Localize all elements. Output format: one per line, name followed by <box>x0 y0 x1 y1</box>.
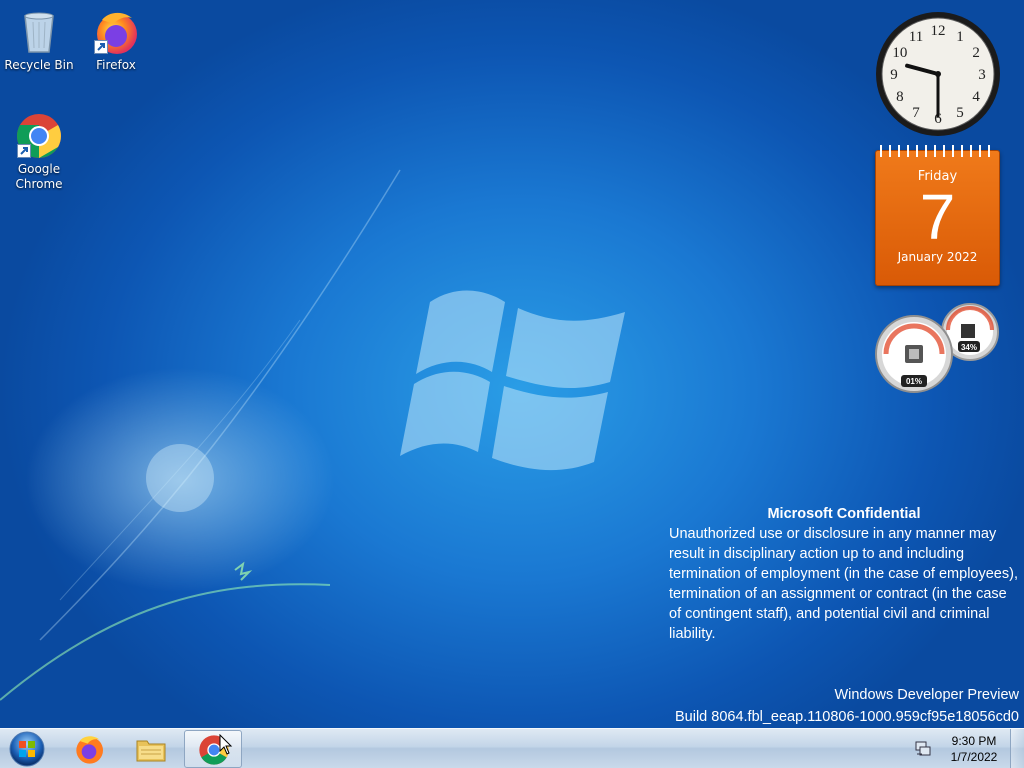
start-button[interactable] <box>4 730 50 768</box>
clock-numeral: 12 <box>931 23 946 39</box>
taskbar-chrome-button[interactable] <box>184 730 242 768</box>
chrome-icon <box>15 112 63 160</box>
clock-numeral: 3 <box>978 67 986 83</box>
clock-numeral: 9 <box>890 67 898 83</box>
clock-numeral: 10 <box>892 45 907 61</box>
taskbar-time: 9:30 PM <box>951 734 997 748</box>
windows-orb-icon <box>9 731 45 767</box>
desktop-icon-label: Recycle Bin <box>4 58 74 72</box>
clock-gadget[interactable]: 12 1234567891011 <box>874 10 1002 138</box>
firefox-icon <box>76 736 103 764</box>
clock-numeral: 2 <box>972 45 980 61</box>
desktop-icon-google-chrome[interactable]: Google Chrome <box>1 112 77 192</box>
taskbar-date: 1/7/2022 <box>950 750 998 764</box>
shortcut-arrow-icon <box>17 144 31 158</box>
calendar-rings <box>880 145 995 157</box>
desktop-icon-firefox[interactable]: Firefox <box>78 8 154 73</box>
build-edition: Windows Developer Preview <box>834 687 1019 703</box>
notice-body: Unauthorized use or disclosure in any ma… <box>669 526 1018 642</box>
taskbar-firefox-button[interactable] <box>60 730 118 768</box>
confidential-notice: Microsoft Confidential Unauthorized use … <box>669 504 1019 644</box>
recycle-bin-icon <box>15 8 63 56</box>
clock-numeral: 8 <box>896 89 904 105</box>
mouse-cursor-icon <box>219 734 233 755</box>
build-string: Build 8064.fbl_eeap.110806-1000.959cf95e… <box>674 709 1019 725</box>
desktop-icon-recycle-bin[interactable]: Recycle Bin <box>1 8 77 73</box>
desktop-icon-label: Google Chrome <box>15 162 63 191</box>
clock-numeral: 7 <box>912 105 920 121</box>
build-watermark: Windows Developer Preview Build 8064.fbl… <box>675 684 1019 728</box>
folder-icon <box>136 740 166 762</box>
network-tray-icon[interactable] <box>914 739 932 757</box>
taskbar: 9:30 PM 1/7/2022 <box>0 728 1024 768</box>
firefox-icon <box>92 8 140 56</box>
taskbar-explorer-button[interactable] <box>122 730 180 768</box>
calendar-date: 7 <box>919 181 956 253</box>
clock-numeral: 4 <box>972 89 980 105</box>
clock-numeral: 11 <box>909 29 923 45</box>
windows-logo-wallpaper <box>400 290 625 471</box>
clock-numeral: 5 <box>956 105 964 121</box>
clock-numeral: 1 <box>956 29 964 45</box>
taskbar-clock[interactable]: 9:30 PM 1/7/2022 <box>944 733 1004 765</box>
memory-chip-icon <box>961 324 975 338</box>
desktop-icon-label: Firefox <box>96 58 136 72</box>
shortcut-arrow-icon <box>94 40 108 54</box>
show-desktop-button[interactable] <box>1010 729 1024 768</box>
memory-usage-label: 34% <box>961 343 977 352</box>
cpu-usage-label: 01% <box>906 377 922 386</box>
notice-title: Microsoft Confidential <box>767 506 921 522</box>
calendar-gadget[interactable]: Friday 7 January 2022 <box>875 145 1000 286</box>
cpu-meter-gadget[interactable]: 34% 01% <box>874 300 1000 396</box>
calendar-month-year: January 2022 <box>897 250 978 264</box>
